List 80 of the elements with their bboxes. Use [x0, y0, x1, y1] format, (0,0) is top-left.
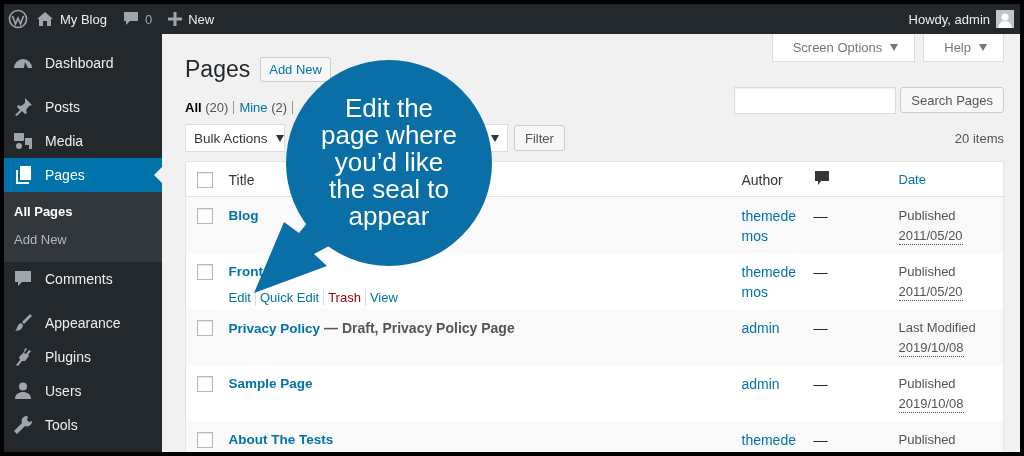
sidebar-item[interactable]: Plugins — [4, 340, 162, 374]
checkbox[interactable] — [197, 375, 213, 392]
page-title: Pages — [185, 56, 251, 83]
sidebar-item[interactable]: Media — [4, 124, 162, 158]
search-field[interactable] — [734, 87, 897, 114]
comment-icon — [13, 269, 33, 289]
comment-icon — [813, 170, 830, 186]
page-title-link[interactable]: Privacy Policy — [228, 318, 321, 339]
checkbox[interactable] — [197, 172, 213, 188]
sidebar-item[interactable]: Tools — [4, 408, 162, 442]
screen-meta-tab[interactable]: Help — [923, 34, 1004, 62]
pages-icon — [13, 165, 33, 185]
screen-meta-tab[interactable]: Screen Options — [771, 34, 916, 62]
post-status: Published — [898, 262, 957, 281]
comments-link[interactable]: 0 — [114, 4, 161, 34]
avatar-icon — [996, 10, 1014, 28]
post-date: 2011/05/20 — [898, 228, 963, 245]
post-date: 2011/05/20 — [898, 283, 963, 301]
sidebar-item[interactable]: Pages — [4, 158, 162, 192]
sidebar-item[interactable]: Users — [4, 374, 162, 408]
items-count: 20 items — [954, 130, 1004, 146]
post-status: Published — [898, 430, 957, 449]
page-title-link[interactable]: About The Tests — [228, 429, 334, 450]
column-header[interactable]: Date — [898, 172, 926, 187]
row-action-link[interactable]: View — [364, 289, 402, 306]
callout-text: Edit the page where you’d like the seal to appear — [321, 95, 457, 230]
site-name-link[interactable]: My Blog — [28, 4, 115, 34]
wrench-icon — [13, 415, 33, 435]
media-icon — [13, 131, 33, 151]
caret-icon — [890, 44, 899, 51]
comment-count: — — [813, 431, 828, 448]
checkbox[interactable] — [197, 208, 213, 224]
sidebar-item[interactable]: Comments — [4, 262, 162, 296]
comment-count: — — [813, 208, 828, 224]
pushpin-icon — [13, 97, 33, 117]
post-date: 2019/10/08 — [898, 395, 964, 413]
search-button[interactable]: Search Pages — [900, 87, 1004, 113]
post-status: Published — [898, 207, 957, 225]
comment-count: — — [813, 375, 828, 392]
comment-count: — — [813, 319, 828, 336]
author-link[interactable]: admin — [741, 373, 802, 394]
paintbrush-icon — [13, 313, 33, 333]
caret-icon — [979, 44, 987, 51]
author-link[interactable]: themede — [741, 429, 802, 450]
view-filter-link[interactable]: All (20) — [185, 101, 235, 114]
post-status: Published — [898, 374, 957, 393]
author-link[interactable]: themedemos — [741, 206, 802, 246]
post-date: 2019/10/08 — [898, 339, 964, 357]
add-new-button[interactable]: Add New — [260, 57, 331, 82]
author-link[interactable]: admin — [741, 317, 802, 338]
plus-icon — [168, 12, 183, 26]
sidebar-item[interactable]: Posts — [4, 90, 162, 124]
sidebar-item[interactable]: Appearance — [4, 306, 162, 340]
plug-icon — [13, 347, 33, 367]
logo-icon[interactable] — [8, 9, 28, 29]
checkbox[interactable] — [197, 263, 213, 280]
bulk-actions-dropdown[interactable]: Bulk Actions — [185, 124, 285, 152]
account-link[interactable]: Howdy, admin — [900, 4, 1014, 34]
submenu-item[interactable]: All Pages — [4, 198, 73, 226]
filter-button[interactable]: Filter — [514, 125, 565, 151]
new-link[interactable]: New — [160, 4, 223, 34]
page-title-link[interactable]: Front — [228, 261, 263, 282]
page-title-link[interactable]: Sample Page — [228, 373, 313, 394]
row-action-link[interactable]: Trash — [323, 289, 365, 306]
page-title-link[interactable]: Blog — [228, 206, 259, 226]
post-status: Last Modified — [898, 318, 977, 337]
post-state: — Draft, Privacy Policy Page — [324, 318, 515, 338]
author-link[interactable]: themedemos — [741, 261, 802, 302]
checkbox[interactable] — [197, 431, 213, 448]
comment-count: — — [813, 263, 828, 280]
submenu-item[interactable]: Add New — [4, 226, 67, 254]
column-header: Title — [228, 172, 255, 188]
sidebar-item[interactable]: Dashboard — [4, 46, 162, 80]
view-filter-link[interactable]: Mine (2) — [239, 101, 294, 114]
home-icon — [36, 11, 54, 27]
user-icon — [13, 381, 33, 401]
column-header: Author — [741, 172, 783, 188]
checkbox[interactable] — [197, 319, 213, 336]
row-action-link[interactable]: Edit — [228, 289, 255, 306]
comment-icon — [122, 11, 139, 27]
